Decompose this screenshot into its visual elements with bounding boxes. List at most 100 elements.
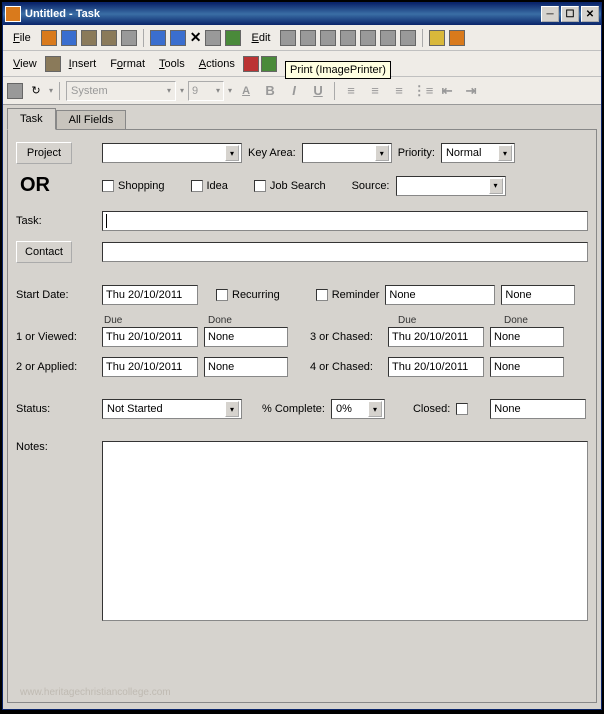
closed-date-input[interactable]: None: [490, 399, 586, 419]
tab-task[interactable]: Task: [7, 108, 56, 130]
menu-insert[interactable]: Insert: [63, 56, 103, 72]
form-panel: Project ▾ Key Area: ▾ Priority: Normal▾ …: [7, 129, 597, 703]
outdent-button[interactable]: ⇤: [437, 81, 457, 101]
separator: [59, 82, 60, 100]
shopping-checkbox[interactable]: [102, 180, 114, 192]
paste-icon[interactable]: [320, 30, 336, 46]
reminder-date-input[interactable]: None: [385, 285, 495, 305]
font-family-select[interactable]: System▾: [66, 81, 176, 101]
bullets-button[interactable]: ⋮≡: [413, 81, 433, 101]
2applied-due-input[interactable]: Thu 20/10/2011: [102, 357, 198, 377]
font-size-select[interactable]: 9▾: [188, 81, 224, 101]
reminder-label: Reminder: [332, 289, 380, 301]
view-icon[interactable]: [45, 56, 61, 72]
paste2-icon[interactable]: [340, 30, 356, 46]
save-icon[interactable]: [150, 30, 166, 46]
minimize-button[interactable]: ─: [541, 6, 559, 22]
flag-icon[interactable]: [449, 30, 465, 46]
separator: [334, 82, 335, 100]
project-button[interactable]: Project: [16, 142, 72, 164]
grid-icon[interactable]: [101, 30, 117, 46]
menu-file[interactable]: File: [7, 30, 37, 46]
menu-tools[interactable]: Tools: [153, 56, 191, 72]
4chased-label: 4 or Chased:: [310, 361, 382, 373]
task-input[interactable]: [102, 211, 588, 231]
priority-combo[interactable]: Normal▾: [441, 143, 515, 163]
due-header-1: Due: [104, 315, 122, 326]
italic-button[interactable]: I: [284, 81, 304, 101]
dropdown-arrow[interactable]: ▾: [49, 86, 53, 95]
project-combo[interactable]: ▾: [102, 143, 242, 163]
closed-label: Closed:: [413, 403, 450, 415]
align-right-button[interactable]: ≡: [389, 81, 409, 101]
4chased-done-input[interactable]: None: [490, 357, 564, 377]
list-icon[interactable]: [121, 30, 137, 46]
2applied-done-input[interactable]: None: [204, 357, 288, 377]
3chased-label: 3 or Chased:: [310, 331, 382, 343]
new-icon[interactable]: [41, 30, 57, 46]
priority-label: Priority:: [398, 147, 435, 159]
undo-icon[interactable]: [380, 30, 396, 46]
indent-button[interactable]: ⇥: [461, 81, 481, 101]
notes-label: Notes:: [16, 441, 96, 453]
task-label: Task:: [16, 215, 96, 227]
keyarea-label: Key Area:: [248, 147, 296, 159]
reminder-checkbox[interactable]: [316, 289, 328, 301]
notes-textarea[interactable]: [102, 441, 588, 621]
reminder-time-input[interactable]: None: [501, 285, 575, 305]
copy-icon[interactable]: [205, 30, 221, 46]
complete-combo[interactable]: 0%▾: [331, 399, 385, 419]
2applied-label: 2 or Applied:: [16, 361, 96, 373]
action-icon[interactable]: [243, 56, 259, 72]
menubar-1: File ✕ Edit Print (ImagePrinter): [3, 25, 601, 51]
refresh-icon[interactable]: ↻: [27, 84, 45, 97]
3chased-done-input[interactable]: None: [490, 327, 564, 347]
menu-edit[interactable]: Edit: [245, 30, 276, 46]
jobsearch-checkbox[interactable]: [254, 180, 266, 192]
close-button[interactable]: ✕: [581, 6, 599, 22]
recurring-checkbox[interactable]: [216, 289, 228, 301]
cut2-icon[interactable]: [360, 30, 376, 46]
contact-button[interactable]: Contact: [16, 241, 72, 263]
menu-format[interactable]: Format: [104, 56, 151, 72]
contact-input[interactable]: [102, 242, 588, 262]
startdate-input[interactable]: Thu 20/10/2011: [102, 285, 198, 305]
status-combo[interactable]: Not Started▾: [102, 399, 242, 419]
align-left-button[interactable]: ≡: [341, 81, 361, 101]
4chased-due-input[interactable]: Thu 20/10/2011: [388, 357, 484, 377]
dropdown-arrow[interactable]: ▾: [228, 86, 232, 95]
source-combo[interactable]: ▾: [396, 176, 506, 196]
cut-icon[interactable]: [280, 30, 296, 46]
recurring-label: Recurring: [232, 289, 280, 301]
open-icon[interactable]: [61, 30, 77, 46]
redo-icon[interactable]: [400, 30, 416, 46]
attach-icon[interactable]: [7, 83, 23, 99]
idea-checkbox[interactable]: [191, 180, 203, 192]
align-center-button[interactable]: ≡: [365, 81, 385, 101]
print-icon[interactable]: [225, 30, 241, 46]
titlebar: Untitled - Task ─ ☐ ✕: [3, 3, 601, 25]
complete-label: % Complete:: [262, 403, 325, 415]
menu-actions[interactable]: Actions: [193, 56, 241, 72]
marker-icon[interactable]: [429, 30, 445, 46]
calendar-icon[interactable]: [81, 30, 97, 46]
closed-checkbox[interactable]: [456, 403, 468, 415]
maximize-button[interactable]: ☐: [561, 6, 579, 22]
3chased-due-input[interactable]: Thu 20/10/2011: [388, 327, 484, 347]
watermark: www.heritagechristiancollege.com: [20, 687, 171, 698]
copy2-icon[interactable]: [300, 30, 316, 46]
idea-label: Idea: [207, 180, 228, 192]
keyarea-combo[interactable]: ▾: [302, 143, 392, 163]
underline-button[interactable]: U: [308, 81, 328, 101]
delete-icon[interactable]: ✕: [190, 29, 202, 46]
dropdown-arrow[interactable]: ▾: [180, 86, 184, 95]
check-icon[interactable]: [261, 56, 277, 72]
due-header-2: Due: [398, 315, 416, 326]
bold-button[interactable]: B: [260, 81, 280, 101]
menu-view[interactable]: View: [7, 56, 43, 72]
font-color-button[interactable]: A: [236, 81, 256, 101]
1viewed-done-input[interactable]: None: [204, 327, 288, 347]
saveall-icon[interactable]: [170, 30, 186, 46]
1viewed-due-input[interactable]: Thu 20/10/2011: [102, 327, 198, 347]
done-header-1: Done: [208, 315, 232, 326]
